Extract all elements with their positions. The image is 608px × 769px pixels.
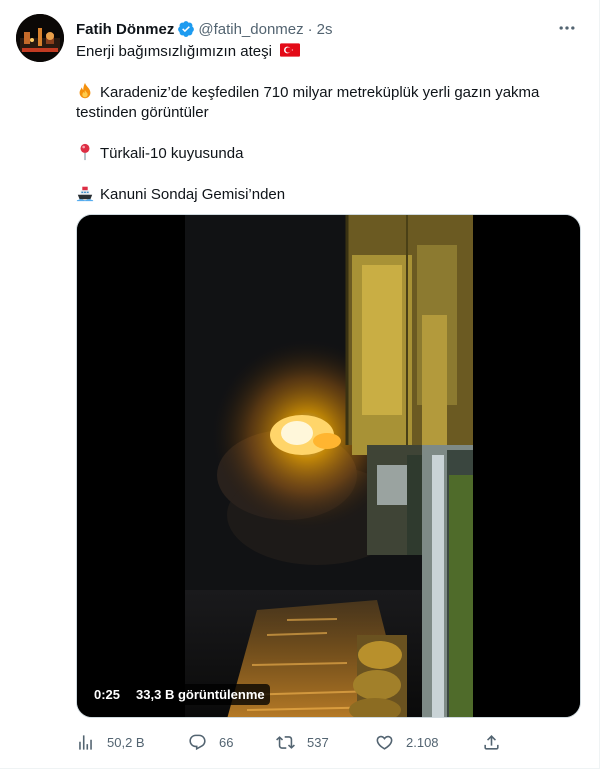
tweet-actions-bar: 50,2 B 66 537 2.108 [76,730,506,754]
tweet-line-3: Türkali-10 kuyusunda [76,143,581,164]
reply-button[interactable]: 66 [188,733,233,752]
ship-icon [76,186,94,202]
author-name[interactable]: Fatih Dönmez [76,21,174,38]
tweet-text: Enerji bağımsızlığımızın ateşi Karadeniz… [76,42,581,205]
more-options-button[interactable] [555,16,579,40]
reply-bubble-icon [189,734,206,750]
video-frame-image [77,215,580,717]
verified-badge-icon [178,21,195,37]
tweet-timestamp[interactable]: 2s [317,21,333,38]
retweet-button[interactable]: 537 [276,733,329,752]
author-avatar[interactable] [16,14,64,62]
tweet-line-1: Enerji bağımsızlığımızın ateşi [76,42,581,62]
video-duration: 0:25 [89,683,126,705]
video-view-count: 33,3 B görüntülenme [131,683,270,705]
tweet-header: Fatih Dönmez @fatih_donmez · 2s [76,19,332,39]
tweet-blank-2 [76,123,581,143]
tweet-line-4: Kanuni Sondaj Gemisi’nden [76,184,581,205]
share-upload-icon [484,734,499,750]
author-handle[interactable]: @fatih_donmez [198,21,303,38]
header-separator: · [307,20,313,38]
tweet-blank-1 [76,62,581,82]
heart-icon [376,735,393,750]
like-button[interactable]: 2.108 [375,733,439,752]
round-pushpin-icon [80,143,90,161]
more-dots-icon [559,26,575,30]
like-count: 2.108 [406,734,439,750]
fire-icon [79,82,91,99]
avatar-image [16,14,64,62]
turkey-flag-icon [280,43,301,57]
tweet-card[interactable]: Fatih Dönmez @fatih_donmez · 2s Enerji b… [0,0,600,769]
views-count: 50,2 B [107,734,145,750]
retweet-arrows-icon [276,735,295,749]
share-button[interactable] [482,733,513,752]
analytics-bar-icon [79,734,92,750]
views-button[interactable]: 50,2 B [76,733,145,752]
video-player[interactable]: 0:25 33,3 B görüntülenme [76,214,581,718]
tweet-line-2: Karadeniz’de keşfedilen 710 milyar metre… [76,82,540,121]
retweet-count: 537 [307,734,329,750]
reply-count: 66 [219,734,234,750]
video-info-overlay: 0:25 33,3 B görüntülenme [89,683,270,705]
tweet-blank-3 [76,164,581,184]
